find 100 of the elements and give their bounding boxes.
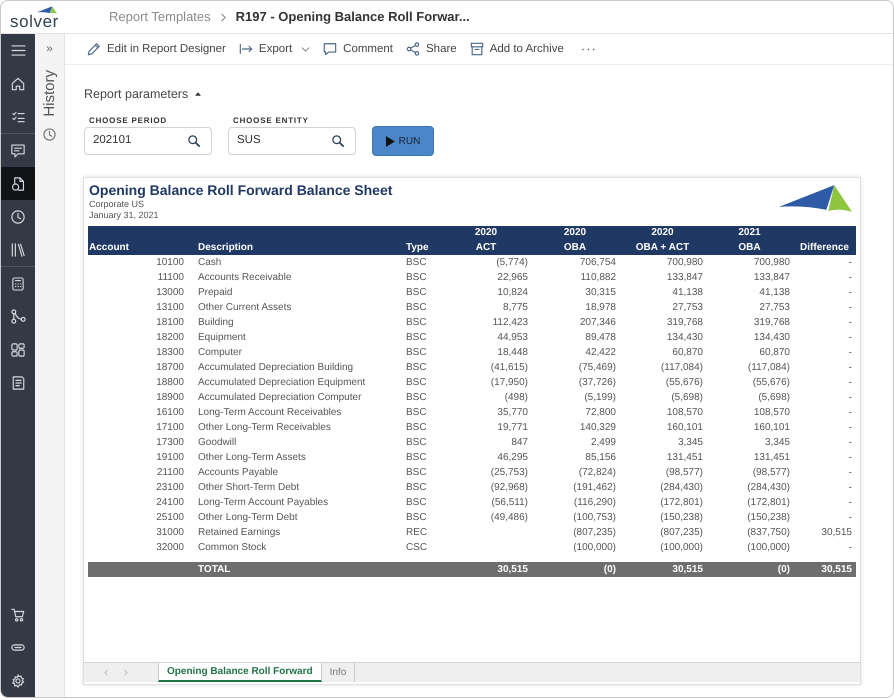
table-cell-text: -: [848, 286, 853, 300]
table-cell-text: (498): [504, 391, 529, 405]
table-cell-text: (17,950): [490, 376, 529, 390]
archive-icon: [470, 42, 484, 56]
table-cell-text: Long-Term Account Payables: [197, 496, 330, 510]
column-header: 2020: [441, 226, 531, 240]
table-cell: 706,754: [531, 255, 619, 270]
table-cell-text: (100,000): [659, 541, 704, 555]
table-cell-text: 110,882: [580, 271, 617, 285]
table-cell-text: 85,156: [584, 451, 617, 465]
search-icon: [332, 135, 344, 147]
sheet-tab[interactable]: Info: [322, 663, 356, 682]
rounded-rectangle-icon: [11, 644, 25, 651]
nav-button[interactable]: [1, 167, 35, 200]
table-cell-text: (100,000): [746, 541, 791, 555]
table-cell-text: (117,084): [746, 361, 791, 375]
run-button[interactable]: RUN: [372, 126, 434, 156]
table-cell-text: -: [848, 391, 853, 405]
table-cell-text: 18100: [155, 316, 185, 330]
table-cell-text: 46,295: [496, 451, 529, 465]
table-cell-text: Retained Earnings: [197, 526, 282, 540]
total-cell: (0): [706, 562, 793, 577]
table-cell-text: BSC: [405, 346, 428, 360]
table-cell-text: 11100: [156, 271, 185, 285]
table-cell-text: BSC: [405, 316, 428, 330]
table-cell-text: Goodwill: [197, 436, 238, 450]
table-cell-text: Computer: [197, 346, 243, 360]
table-cell-text: Equipment: [197, 331, 247, 345]
table-cell-text: (172,801): [746, 496, 791, 510]
expand-button[interactable]: »: [46, 40, 53, 56]
comment-icon: [323, 42, 338, 56]
table-cell-text: Prepaid: [197, 286, 234, 300]
page-title: R197 - Opening Balance Roll Forwar...: [236, 8, 470, 26]
table-cell-text: Accounts Receivable: [197, 271, 292, 285]
column-header: ACT: [441, 240, 531, 255]
table-cell-text: Accounts Payable: [197, 466, 280, 480]
toolbar-button[interactable]: Export: [238, 41, 310, 57]
total-cell: 30,515: [793, 562, 856, 577]
table-cell-text: 847: [510, 436, 529, 450]
table-cell-text: -: [848, 451, 853, 465]
caret-icon[interactable]: [195, 92, 202, 96]
input-field[interactable]: SUS: [228, 127, 356, 155]
table-cell-text: (55,676): [752, 376, 791, 390]
table-cell-text: (98,577): [752, 466, 791, 480]
table-cell-text: 108,570: [666, 406, 704, 420]
table-cell-text: (41,615): [490, 361, 529, 375]
table-cell-text: Accumulated Depreciation Equipment: [197, 376, 366, 390]
column-header: OBA: [706, 240, 793, 255]
table-cell-text: 60,870: [671, 346, 704, 360]
table-cell-text: 13000: [155, 286, 185, 300]
table-cell-text: 112,423: [492, 316, 529, 330]
table-cell-text: -: [848, 496, 853, 510]
table-cell-text: -: [848, 361, 853, 375]
input-field[interactable]: 202101: [84, 127, 212, 155]
table-cell-text: 108,570: [752, 406, 791, 420]
table-cell-text: (25,753): [490, 466, 529, 480]
logo-text: solver: [10, 14, 59, 30]
table-cell-text: 131,451: [666, 451, 704, 465]
table-cell-text: BSC: [405, 376, 428, 390]
table-cell-text: (100,000): [572, 541, 617, 555]
table-cell-text: -: [848, 481, 853, 495]
table-cell-text: 27,753: [758, 301, 791, 315]
clock-icon[interactable]: [43, 128, 56, 141]
table-cell-text: (5,698): [757, 391, 791, 405]
grid-icon: [11, 342, 25, 356]
table-cell-text: 44,953: [496, 331, 529, 345]
table-cell-text: (75,469): [578, 361, 617, 375]
table-cell: Cash: [189, 255, 404, 270]
table-cell-text: 19100: [155, 451, 185, 465]
table-cell-text: 31000: [155, 526, 185, 540]
home-icon: [11, 76, 25, 90]
table-cell-text: (98,577): [664, 466, 704, 480]
table-cell-text: 134,430: [752, 331, 791, 345]
checklist-icon: [12, 110, 24, 122]
column-header: Difference: [793, 240, 856, 255]
column-header: 2020: [531, 226, 619, 240]
column-header: 2021: [706, 226, 793, 240]
table-cell-text: -: [848, 511, 853, 525]
table-cell: 700,980: [706, 255, 793, 270]
sheet-tab[interactable]: Opening Balance Roll Forward: [158, 663, 322, 682]
settings-icon: [11, 674, 25, 688]
toolbar-button[interactable]: Comment: [323, 41, 394, 57]
table-cell-text: 140,329: [578, 421, 617, 435]
table-cell-text: 23100: [155, 481, 185, 495]
table-cell-text: 3,345: [764, 436, 791, 450]
table-cell-text: 30,515: [820, 526, 853, 540]
toolbar-button[interactable]: Add to Archive: [470, 41, 564, 57]
toolbar-button[interactable]: Edit in Report Designer: [87, 41, 226, 57]
toolbar-button[interactable]: Share: [406, 41, 457, 57]
table-cell-text: -: [848, 436, 853, 450]
table-cell-text: -: [848, 271, 853, 285]
table-cell: 700,980: [619, 255, 706, 270]
column-header: Description: [189, 240, 404, 255]
total-label: TOTAL: [189, 562, 404, 577]
more-button[interactable]: ···: [576, 39, 601, 59]
chevron-right-icon: [220, 12, 226, 22]
table-cell-text: (807,235): [659, 526, 704, 540]
edit-icon: [87, 42, 101, 56]
table-cell-text: (72,824): [578, 466, 617, 480]
table-cell-text: (100,753): [572, 511, 617, 525]
